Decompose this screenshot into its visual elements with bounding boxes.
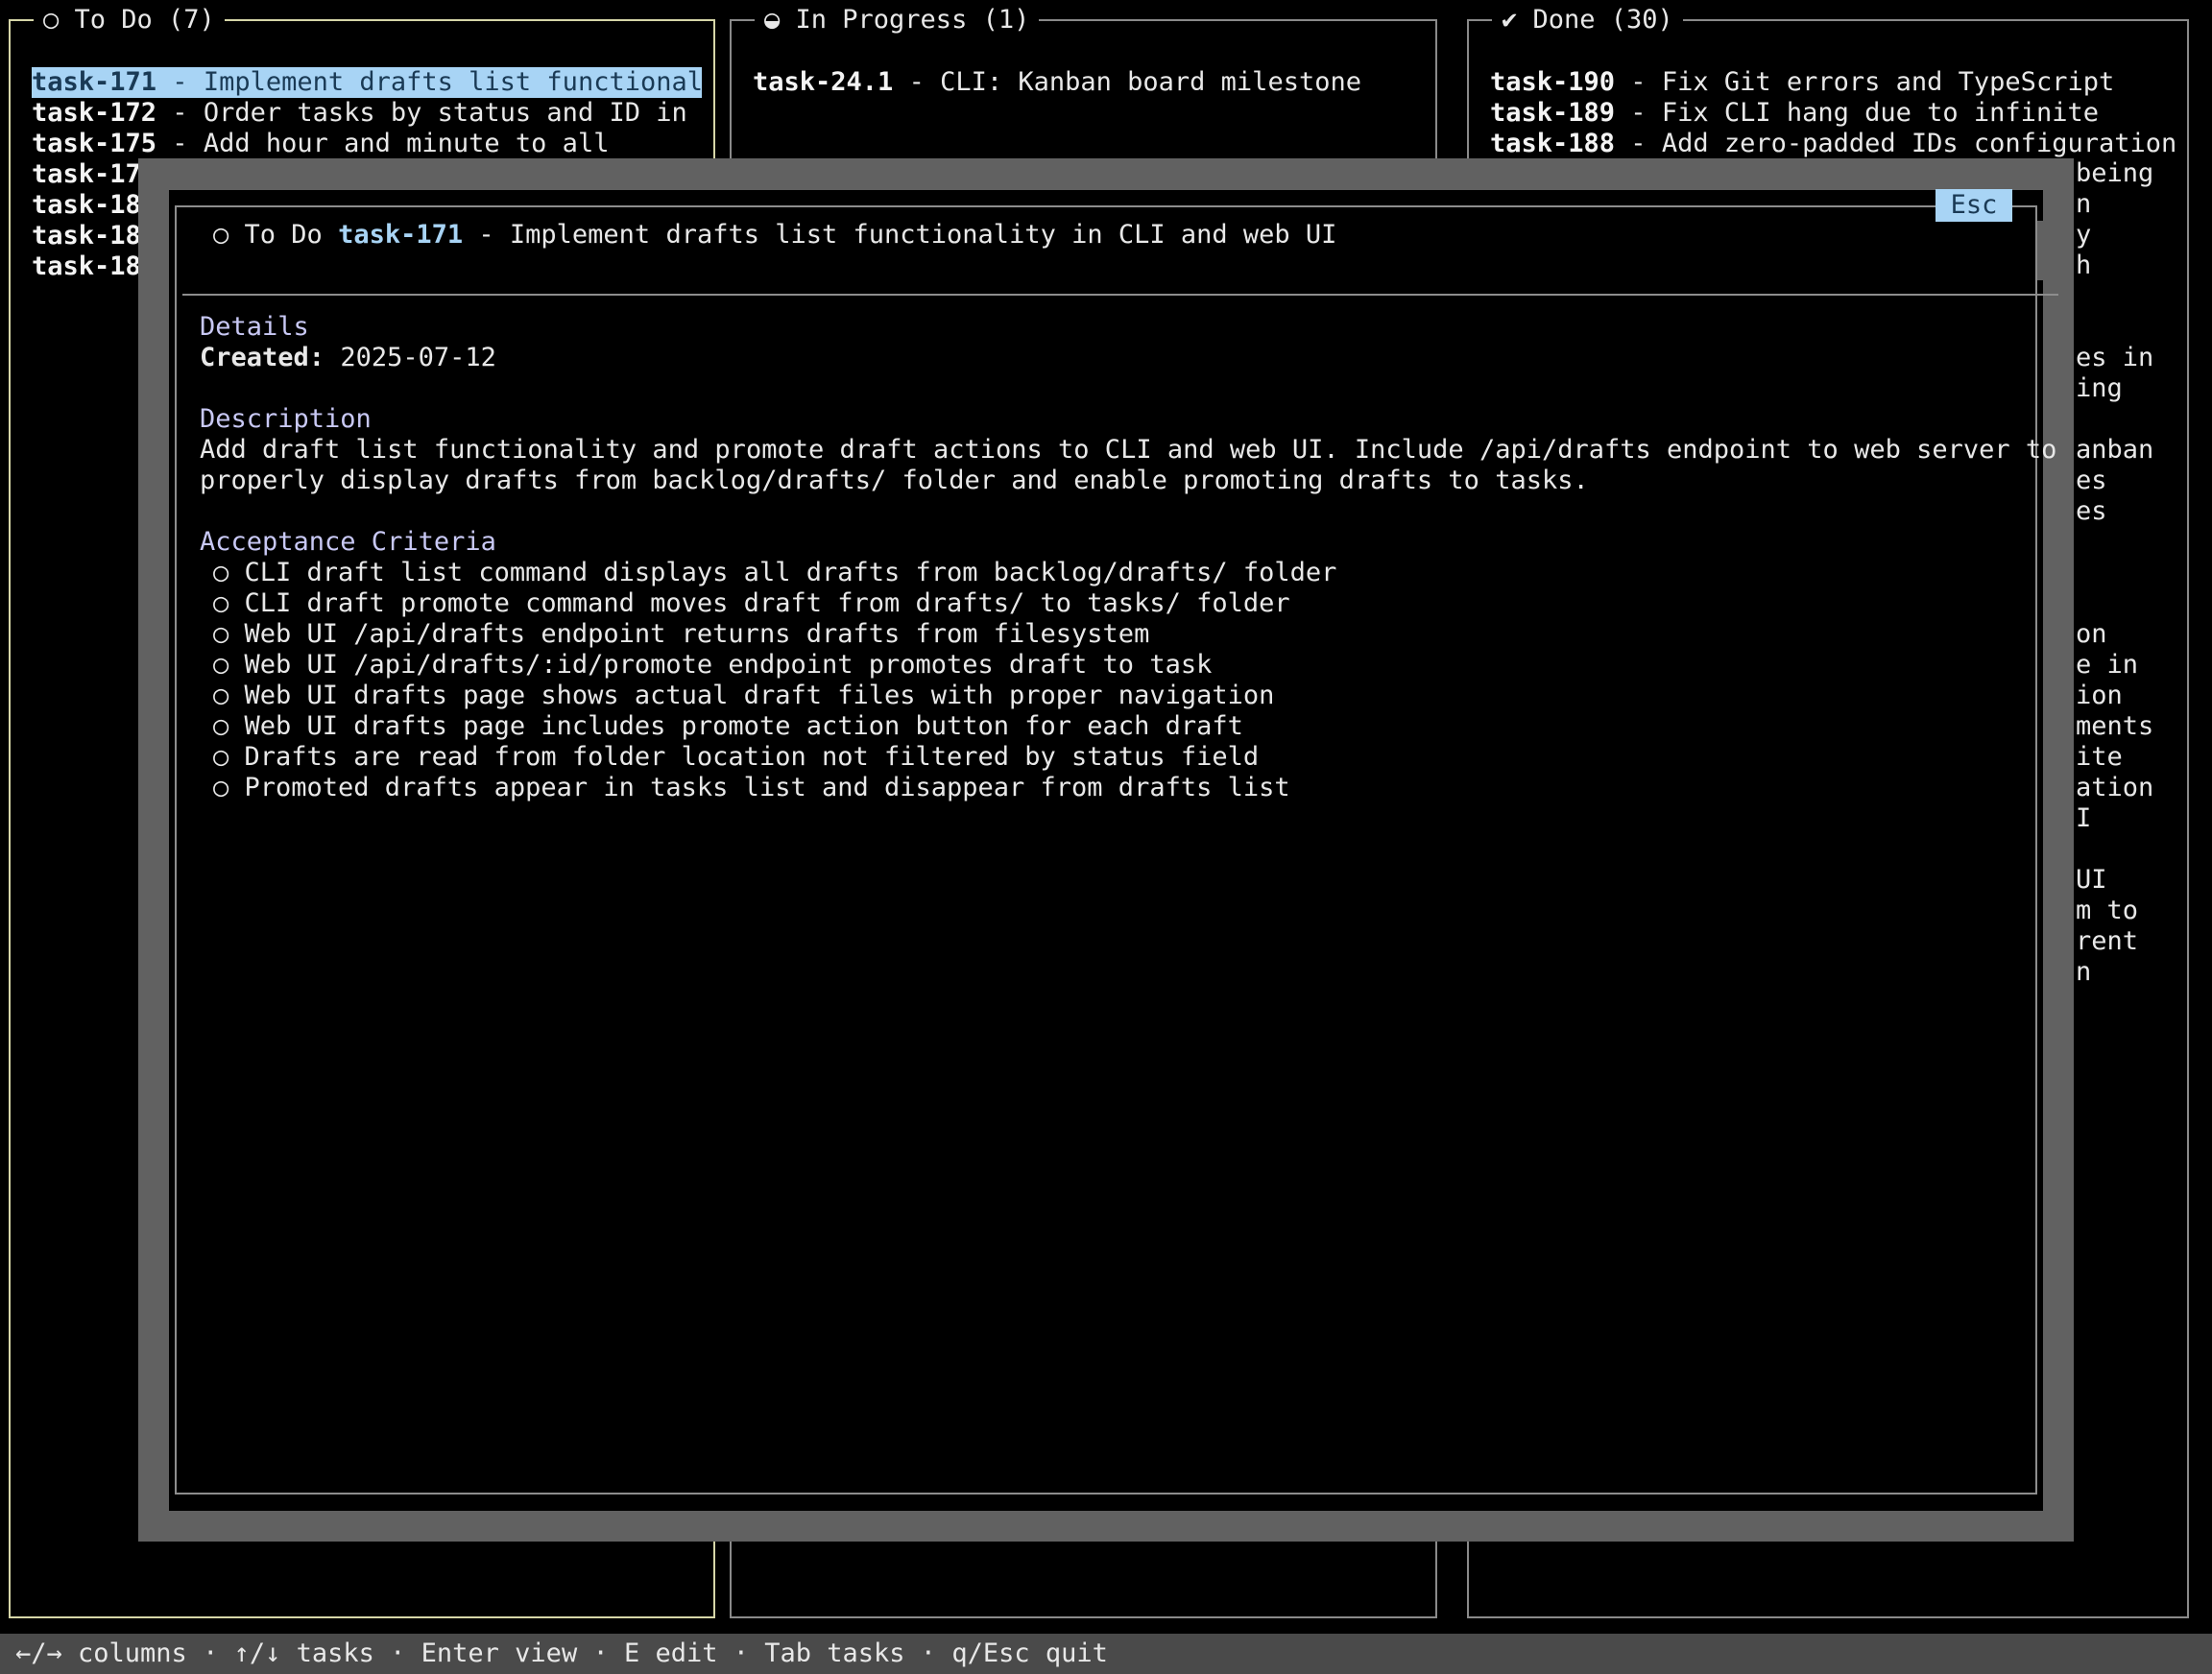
done-text-fragment: e in [2076,650,2139,680]
acceptance-criterion: ○ Promoted drafts appear in tasks list a… [213,773,1290,802]
task-id: task-18 [32,221,141,251]
done-text-fragment: UI [2076,865,2107,895]
task-detail-frame [175,205,2037,1495]
done-text-fragment: ation [2076,773,2154,802]
done-text-fragment: y [2076,220,2092,250]
done-text-fragment: h [2076,251,2092,280]
task-title: - Implement drafts list functionality in… [463,220,1337,250]
task-id: task-188 [1490,129,1616,158]
column-todo-title: ○ To Do (7) [34,4,225,36]
done-text-fragment: m to [2076,896,2139,925]
modal-header: ○ To Do task-171 - Implement drafts list… [213,220,1336,251]
done-text-fragment: es [2076,466,2107,495]
description-text: Add draft list functionality and promote… [200,435,2057,465]
task-id: task-18 [32,251,141,281]
task-title: - CLI: Kanban board milestone [893,67,1361,97]
task-title: - Add zero-padded IDs configuration [1615,129,2177,158]
acceptance-criterion: ○ CLI draft promote command moves draft … [213,588,1290,618]
done-text-fragment: rent [2076,926,2139,956]
done-text-fragment: n [2076,189,2092,219]
task-id: task-175 [32,129,157,158]
acceptance-criterion: ○ CLI draft list command displays all dr… [213,558,1337,587]
scrollbar-thumb[interactable] [2037,221,2058,251]
task-status: To Do [244,220,323,250]
done-text-fragment: anban [2076,435,2154,465]
created-value: 2025-07-12 [340,343,496,372]
task-title: - Fix Git errors and TypeScript [1615,67,2115,97]
task-id: task-189 [1490,98,1616,128]
done-text-fragment: ion [2076,681,2123,710]
scrollbar-thumb[interactable] [2037,251,2058,280]
acceptance-criterion: ○ Drafts are read from folder location n… [213,742,1260,772]
task-id: task-17 [32,159,141,189]
task-title: - Fix CLI hang due to infinite [1615,98,2099,128]
task-id: task-171 [338,220,464,250]
task-id: task-190 [1490,67,1616,97]
header-divider [182,294,2058,296]
task-title: - Implement drafts list functional [156,67,703,97]
acceptance-criteria-heading: Acceptance Criteria [200,527,496,557]
column-done-title: ✔ Done (30) [1492,4,1683,36]
task-title: - Order tasks by status and ID in [156,98,687,128]
created-line: Created: 2025-07-12 [200,343,496,373]
done-text-fragment: n [2076,957,2092,987]
task-row[interactable]: task-188 - Add zero-padded IDs configura… [1490,129,2176,159]
task-row[interactable]: task-17 [32,159,141,190]
acceptance-criterion: ○ Web UI drafts page shows actual draft … [213,681,1275,710]
task-row[interactable]: task-18 [32,251,141,282]
task-row[interactable]: task-18 [32,190,141,221]
task-id: task-172 [32,98,157,128]
task-id: task-18 [32,190,141,220]
done-text-fragment: ments [2076,711,2154,741]
details-heading: Details [200,312,309,342]
created-label: Created: [200,343,325,372]
status-bar: ←/→ columns · ↑/↓ tasks · Enter view · E… [0,1634,2212,1674]
acceptance-criterion: ○ Web UI /api/drafts/:id/promote endpoin… [213,650,1213,680]
done-text-fragment: ite [2076,742,2123,772]
task-row[interactable]: task-18 [32,221,141,251]
keyboard-shortcuts-hint: ←/→ columns · ↑/↓ tasks · Enter view · E… [15,1638,1108,1668]
task-title: - Add hour and minute to all [156,129,610,158]
task-id: task-171 [32,67,157,97]
task-id: task-24.1 [753,67,894,97]
task-row[interactable]: task-171 - Implement drafts list functio… [32,67,703,98]
description-heading: Description [200,404,372,434]
column-in-progress-title: ◒ In Progress (1) [755,4,1040,36]
done-text-fragment: es in [2076,343,2154,372]
task-row[interactable]: task-190 - Fix Git errors and TypeScript [1490,67,2114,98]
done-text-fragment: I [2076,803,2092,833]
task-row[interactable]: task-189 - Fix CLI hang due to infinite [1490,98,2099,129]
done-text-fragment: ing [2076,373,2123,403]
todo-status-icon: ○ [213,220,229,250]
task-row[interactable]: task-172 - Order tasks by status and ID … [32,98,687,129]
done-text-fragment: es [2076,496,2107,526]
done-text-fragment: being [2076,158,2154,188]
acceptance-criterion: ○ Web UI /api/drafts endpoint returns dr… [213,619,1150,649]
done-text-fragment: on [2076,619,2107,649]
task-row[interactable]: task-24.1 - CLI: Kanban board milestone [753,67,1361,98]
task-row[interactable]: task-175 - Add hour and minute to all [32,129,609,159]
description-text: properly display drafts from backlog/dra… [200,466,1589,495]
close-button[interactable]: Esc [1936,189,2012,222]
acceptance-criterion: ○ Web UI drafts page includes promote ac… [213,711,1243,741]
scrollbar-track[interactable] [2043,298,2058,1480]
